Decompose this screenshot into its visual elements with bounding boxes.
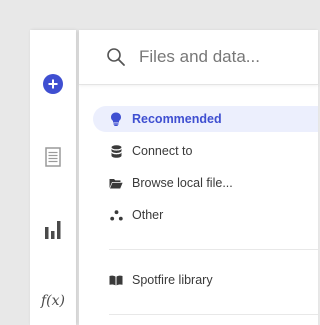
search-bar [79, 30, 318, 85]
add-button[interactable] [30, 72, 76, 96]
dots-icon [109, 208, 123, 222]
nav-item-other[interactable]: Other [93, 202, 318, 228]
data-table-button[interactable] [30, 144, 76, 170]
nav-item-connect-to[interactable]: Connect to [93, 138, 318, 164]
lightbulb-icon [109, 112, 123, 126]
database-icon [109, 144, 123, 158]
files-and-data-panel: Recommended Connect to Browse local file… [79, 30, 318, 325]
nav-item-label: Other [132, 208, 164, 222]
document-icon [45, 147, 61, 167]
nav-item-recommended[interactable]: Recommended [93, 106, 318, 132]
side-rail: f(x) [30, 30, 76, 325]
search-input[interactable] [139, 44, 318, 70]
search-icon [107, 48, 125, 66]
function-button[interactable]: f(x) [30, 290, 76, 312]
nav-item-label: Connect to [132, 144, 193, 158]
section-divider [109, 249, 318, 250]
visualization-button[interactable] [30, 216, 76, 242]
nav-item-label: Spotfire library [132, 273, 213, 287]
nav-item-label: Browse local file... [132, 176, 233, 190]
add-icon [43, 74, 63, 94]
function-icon: f(x) [40, 293, 65, 309]
app-window: f(x) Recommended [0, 0, 318, 325]
bar-chart-icon [45, 221, 61, 239]
nav-item-spotfire-library[interactable]: Spotfire library [93, 267, 318, 293]
nav-item-label: Recommended [132, 112, 222, 126]
nav-item-browse-local-file[interactable]: Browse local file... [93, 170, 318, 196]
book-icon [109, 273, 123, 287]
section-divider [109, 314, 318, 315]
folder-open-icon [109, 176, 123, 190]
